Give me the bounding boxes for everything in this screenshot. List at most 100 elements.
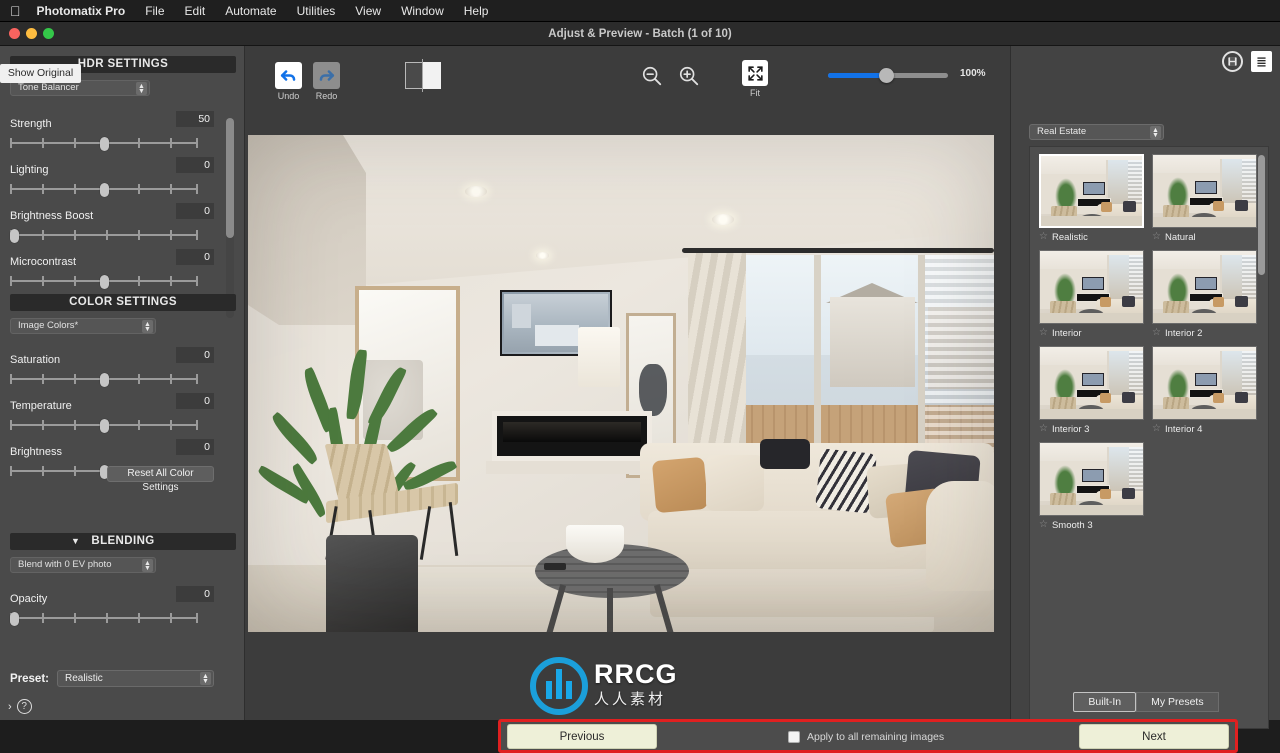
- slider-track[interactable]: [10, 419, 199, 433]
- slider-value[interactable]: 0: [176, 249, 214, 265]
- preset-thumbnail[interactable]: [1039, 346, 1144, 420]
- help-icon[interactable]: ?: [16, 699, 32, 714]
- zoom-slider[interactable]: [828, 68, 948, 83]
- zoom-out-button[interactable]: [641, 65, 663, 92]
- slider-knob[interactable]: [100, 373, 109, 387]
- slider-value[interactable]: 0: [176, 203, 214, 219]
- favorite-star-icon[interactable]: ☆: [1039, 424, 1048, 434]
- slider-value[interactable]: 50: [176, 111, 214, 127]
- undo-button[interactable]: Undo: [275, 62, 302, 101]
- preset-item-realistic[interactable]: ☆ Realistic: [1039, 154, 1144, 243]
- zoom-slider-knob[interactable]: [879, 68, 894, 83]
- show-original-button[interactable]: Show Original: [0, 64, 81, 83]
- preset-category-dropdown[interactable]: Real Estate ▲ ▼: [1029, 124, 1164, 140]
- slider-brightness-boost[interactable]: Brightness Boost 0: [9, 203, 236, 243]
- fit-label: Fit: [750, 88, 760, 98]
- menu-item-edit[interactable]: Edit: [185, 4, 206, 18]
- menu-item-view[interactable]: View: [355, 4, 381, 18]
- reset-all-color-settings-button[interactable]: Reset All Color Settings: [107, 466, 214, 493]
- preset-item-interior-4[interactable]: ☆ Interior 4: [1152, 346, 1257, 435]
- undo-icon: [275, 62, 302, 89]
- menu-item-automate[interactable]: Automate: [225, 4, 276, 18]
- preset-item-interior-2[interactable]: ☆ Interior 2: [1152, 250, 1257, 339]
- favorite-star-icon[interactable]: ☆: [1152, 232, 1161, 242]
- slider-knob[interactable]: [100, 183, 109, 197]
- slider-value[interactable]: 0: [176, 439, 214, 455]
- redo-button[interactable]: Redo: [313, 62, 340, 101]
- preset-thumbnail[interactable]: [1152, 346, 1257, 420]
- apply-to-all-row[interactable]: Apply to all remaining images: [788, 731, 944, 743]
- preset-thumbnail-grid[interactable]: ☆ Realistic ☆ Natural ☆ Interior ☆ Inter…: [1029, 146, 1269, 729]
- color-settings-header[interactable]: COLOR SETTINGS: [10, 294, 236, 311]
- preset-thumbnail[interactable]: [1039, 250, 1144, 324]
- preset-thumbnail[interactable]: [1039, 442, 1144, 516]
- preset-grid-scrollbar[interactable]: [1258, 155, 1265, 275]
- split-preview-icon[interactable]: [405, 59, 441, 92]
- preview-canvas[interactable]: [248, 108, 1000, 708]
- tab-my-presets[interactable]: My Presets: [1136, 692, 1219, 712]
- slider-track[interactable]: [10, 373, 199, 387]
- slider-track[interactable]: [10, 275, 199, 289]
- slider-track[interactable]: [9, 612, 199, 626]
- slider-track[interactable]: [10, 183, 199, 197]
- slider-temperature[interactable]: Temperature 0: [10, 393, 236, 433]
- list-view-icon[interactable]: [1251, 51, 1272, 72]
- slider-microcontrast[interactable]: Microcontrast 0: [10, 249, 236, 289]
- fit-button[interactable]: Fit: [742, 60, 768, 98]
- preset-dropdown[interactable]: Realistic ▲ ▼: [57, 670, 214, 687]
- hdr-settings-scrollbar[interactable]: [226, 118, 234, 318]
- preset-thumbnail[interactable]: [1152, 154, 1257, 228]
- preset-item-interior[interactable]: ☆ Interior: [1039, 250, 1144, 339]
- favorite-star-icon[interactable]: ☆: [1039, 328, 1048, 338]
- favorite-star-icon[interactable]: ☆: [1039, 232, 1048, 242]
- slider-lighting[interactable]: Lighting 0: [10, 157, 236, 197]
- favorite-star-icon[interactable]: ☆: [1152, 328, 1161, 338]
- preset-thumbnail[interactable]: [1039, 154, 1144, 228]
- slider-value[interactable]: 0: [176, 157, 214, 173]
- tab-built-in[interactable]: Built-In: [1073, 692, 1137, 712]
- next-button[interactable]: Next: [1079, 723, 1229, 749]
- zoom-slider-fill: [828, 73, 886, 78]
- previous-button[interactable]: Previous: [507, 723, 657, 749]
- preset-item-interior-3[interactable]: ☆ Interior 3: [1039, 346, 1144, 435]
- hdr-preview-image[interactable]: [248, 135, 994, 632]
- menu-item-help[interactable]: Help: [464, 4, 489, 18]
- slider-knob[interactable]: [9, 612, 19, 626]
- slider-value[interactable]: 0: [176, 586, 214, 602]
- slider-knob[interactable]: [100, 275, 109, 289]
- slider-label: Lighting: [10, 164, 49, 176]
- menu-item-photomatix-pro[interactable]: Photomatix Pro: [37, 4, 126, 18]
- preset-thumbnail[interactable]: [1152, 250, 1257, 324]
- slider-knob[interactable]: [100, 137, 109, 151]
- favorite-star-icon[interactable]: ☆: [1152, 424, 1161, 434]
- apple-logo-icon[interactable]: : [10, 4, 21, 18]
- blending-header[interactable]: ▼ BLENDING: [10, 533, 236, 550]
- blend-with-dropdown[interactable]: Blend with 0 EV photo ▲ ▼: [10, 557, 156, 573]
- blending-header-label: BLENDING: [91, 535, 155, 547]
- image-colors-dropdown[interactable]: Image Colors* ▲ ▼: [10, 318, 156, 334]
- scrollbar-thumb[interactable]: [226, 118, 234, 238]
- preset-item-natural[interactable]: ☆ Natural: [1152, 154, 1257, 243]
- slider-value[interactable]: 0: [176, 347, 214, 363]
- slider-strength[interactable]: Strength 50: [10, 111, 236, 151]
- menu-item-utilities[interactable]: Utilities: [297, 4, 336, 18]
- maximize-button[interactable]: [43, 28, 54, 39]
- slider-track[interactable]: [10, 137, 199, 151]
- slider-knob[interactable]: [9, 229, 19, 243]
- slider-opacity[interactable]: Opacity 0: [9, 586, 236, 626]
- slider-track[interactable]: [9, 229, 199, 243]
- hdr-settings-body: Tone Balancer ▲▼ Strength 50 Lighting 0: [9, 80, 236, 318]
- slider-value[interactable]: 0: [176, 393, 214, 409]
- apply-to-all-checkbox[interactable]: [788, 731, 800, 743]
- preset-item-smooth-3[interactable]: ☆ Smooth 3: [1039, 442, 1144, 531]
- zoom-in-button[interactable]: [678, 65, 700, 92]
- slider-saturation[interactable]: Saturation 0: [10, 347, 236, 387]
- save-preset-icon[interactable]: [1222, 51, 1243, 72]
- expand-chevron-icon[interactable]: ›: [8, 701, 12, 713]
- favorite-star-icon[interactable]: ☆: [1039, 520, 1048, 530]
- menu-item-window[interactable]: Window: [401, 4, 444, 18]
- slider-knob[interactable]: [100, 419, 109, 433]
- minimize-button[interactable]: [26, 28, 37, 39]
- close-button[interactable]: [9, 28, 20, 39]
- menu-item-file[interactable]: File: [145, 4, 164, 18]
